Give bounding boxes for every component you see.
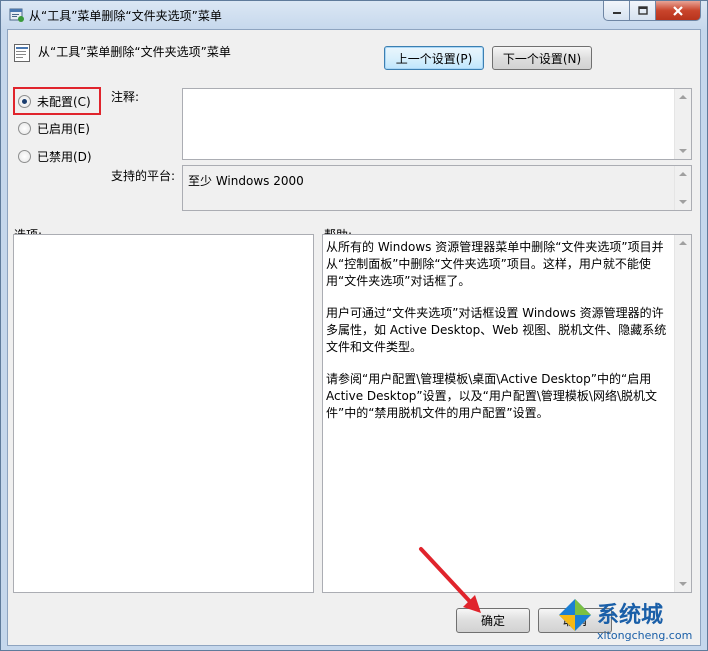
dialog-body: 从“工具”菜单删除“文件夹选项”菜单 上一个设置(P) 下一个设置(N) 未配置…: [7, 29, 701, 646]
help-panel: 从所有的 Windows 资源管理器菜单中删除“文件夹选项”项目并从“控制面板”…: [322, 234, 692, 593]
scroll-down-icon[interactable]: [679, 582, 687, 586]
supported-platform-value: 至少 Windows 2000: [188, 174, 304, 188]
help-paragraph: 用户可通过“文件夹选项”对话框设置 Windows 资源管理器的许多属性，如 A…: [326, 306, 667, 354]
maximize-button[interactable]: [630, 1, 656, 21]
comment-label: 注释:: [111, 90, 140, 104]
options-panel: [13, 234, 314, 593]
radio-disabled[interactable]: 已禁用(D): [18, 147, 92, 165]
title-bar[interactable]: 从“工具”菜单删除“文件夹选项”菜单: [1, 1, 707, 29]
supported-platform-field: 至少 Windows 2000: [182, 165, 692, 211]
radio-indicator[interactable]: [18, 121, 31, 135]
next-setting-button[interactable]: 下一个设置(N): [492, 46, 592, 70]
platform-scrollbar[interactable]: [674, 166, 691, 210]
radio-indicator[interactable]: [18, 94, 31, 108]
supported-platform-label: 支持的平台:: [111, 169, 176, 183]
minimize-icon: [612, 11, 621, 14]
policy-window-icon: [9, 8, 24, 22]
help-scrollbar[interactable]: [674, 235, 691, 592]
annotation-arrow-icon: [419, 547, 481, 613]
help-paragraph: 从所有的 Windows 资源管理器菜单中删除“文件夹选项”项目并从“控制面板”…: [326, 240, 664, 288]
watermark-logo: 系统城 xitongcheng.com: [557, 591, 707, 651]
diamond-logo-icon: [559, 599, 591, 631]
close-icon: [673, 5, 683, 16]
radio-enabled[interactable]: 已启用(E): [18, 119, 90, 137]
setting-title: 从“工具”菜单删除“文件夹选项”菜单: [38, 45, 231, 59]
scroll-down-icon[interactable]: [679, 149, 687, 153]
scroll-up-icon[interactable]: [679, 241, 687, 245]
radio-not-configured[interactable]: 未配置(C): [18, 92, 91, 110]
radio-label: 已启用(E): [37, 121, 90, 136]
watermark-brand: 系统城: [597, 603, 664, 628]
scroll-down-icon[interactable]: [679, 200, 687, 204]
minimize-button[interactable]: [603, 1, 630, 21]
close-button[interactable]: [656, 1, 701, 21]
scroll-up-icon[interactable]: [679, 172, 687, 176]
window-controls: [603, 1, 701, 21]
radio-label: 未配置(C): [37, 94, 91, 109]
policy-setting-icon: [14, 44, 30, 62]
policy-setting-window: 从“工具”菜单删除“文件夹选项”菜单 从“工具”菜单删除“文件夹选项”菜单 上一…: [0, 0, 708, 651]
previous-setting-button[interactable]: 上一个设置(P): [384, 46, 484, 70]
radio-selected-dot: [22, 98, 27, 104]
comment-textarea[interactable]: [182, 88, 692, 160]
help-text: 从所有的 Windows 资源管理器菜单中删除“文件夹选项”项目并从“控制面板”…: [326, 239, 672, 437]
radio-label: 已禁用(D): [37, 149, 92, 164]
scroll-up-icon[interactable]: [679, 95, 687, 99]
help-paragraph: 请参阅“用户配置\管理模板\桌面\Active Desktop”中的“启用 Ac…: [326, 372, 657, 420]
comment-scrollbar[interactable]: [674, 89, 691, 159]
maximize-icon: [637, 5, 648, 15]
watermark-url: xitongcheng.com: [597, 629, 693, 642]
window-title: 从“工具”菜单删除“文件夹选项”菜单: [29, 9, 222, 23]
radio-indicator[interactable]: [18, 149, 31, 163]
